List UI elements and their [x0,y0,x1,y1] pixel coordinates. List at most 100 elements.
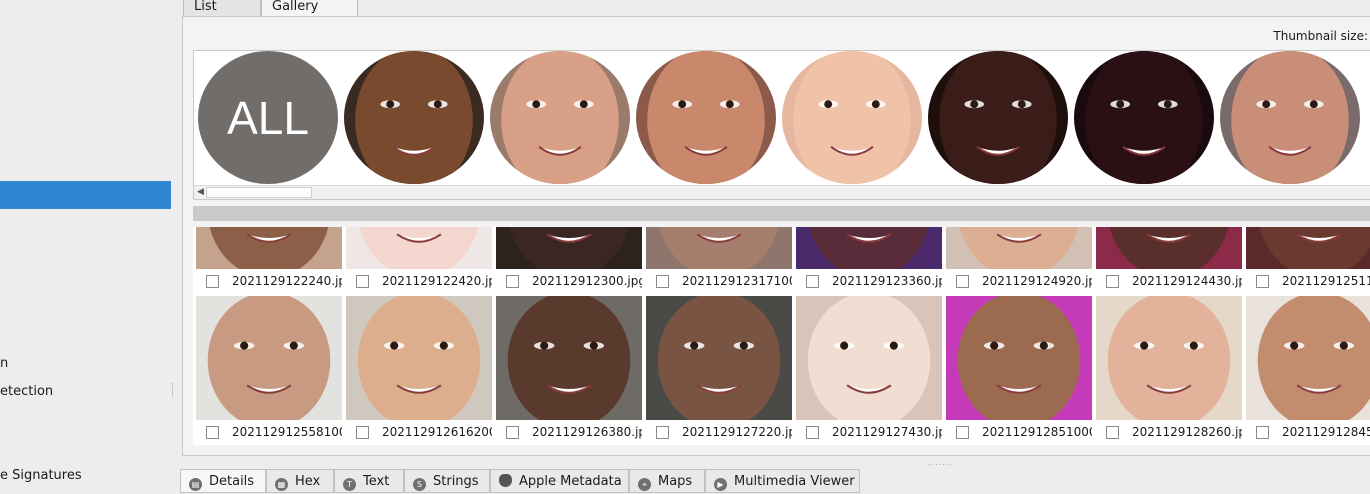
thumbnail-filename: 202112912851000. [982,425,1092,439]
gallery-thumbnail[interactable]: 202112912616200. [346,296,492,444]
thumbnail-checkbox[interactable] [206,425,219,439]
thumbnail-grid: 2021129122240.jpg 2021129122420.jpg 2021… [193,227,1370,445]
thumbnail-image[interactable] [496,296,642,420]
thumbnail-caption: 2021129122420.jpg [346,269,492,293]
face-filter-1[interactable] [344,51,484,184]
gallery-splitter[interactable] [193,206,1370,221]
face-filter-all[interactable]: ALL [198,51,338,184]
face-filter-2[interactable] [490,51,630,184]
thumbnail-checkbox[interactable] [806,274,819,288]
thumbnail-image[interactable] [196,296,342,420]
thumbnail-filename: 202112912300.jpg [532,274,642,288]
resize-grip[interactable]: ....... [928,458,953,467]
face-filter-strip: ALL ◀ [193,50,1370,200]
strings-icon: S [413,478,426,491]
face-filter-4[interactable] [782,51,922,184]
thumbnail-image[interactable] [796,296,942,420]
thumbnail-caption: 2021129127430.jpg [796,420,942,444]
thumbnail-filename: 2021129127430.jpg [832,425,942,439]
gallery-thumbnail[interactable]: 2021129128260.jpg [1096,296,1242,444]
tab-text[interactable]: T Text [334,469,404,493]
thumbnail-image[interactable] [646,227,792,269]
details-icon: ▤ [189,478,202,491]
thumbnail-size-label: Thumbnail size: [1273,29,1368,43]
thumbnail-caption: 2021129124430.jpg [1096,269,1242,293]
tab-multimedia-viewer[interactable]: ▶ Multimedia Viewer [705,469,860,493]
text-icon: T [343,478,356,491]
strip-horizontal-scrollbar[interactable]: ◀ [194,185,1370,199]
thumbnail-image[interactable] [196,227,342,269]
thumbnail-image[interactable] [946,227,1092,269]
thumbnail-checkbox[interactable] [1256,274,1269,288]
thumbnail-checkbox[interactable] [1106,425,1119,439]
gallery-thumbnail[interactable]: 202112912300.jpg [496,227,642,293]
gallery-thumbnail[interactable]: 202112912845 [1246,296,1370,444]
scrollbar-thumb[interactable] [206,187,312,198]
thumbnail-checkbox[interactable] [206,274,219,288]
face-filter-3[interactable] [636,51,776,184]
gallery-thumbnail[interactable]: 202112912558100. [196,296,342,444]
tree-item-2[interactable]: e Signatures [0,468,82,483]
thumbnail-checkbox[interactable] [956,425,969,439]
gallery-thumbnail[interactable]: 2021129124920.jpg [946,227,1092,293]
face-filter-5[interactable] [928,51,1068,184]
thumbnail-filename: 2021129123360.jpg [832,274,942,288]
tab-maps[interactable]: ⌖ Maps [629,469,705,493]
thumbnail-filename: 2021129122420.jpg [382,274,492,288]
gallery-thumbnail[interactable]: 2021129122240.jpg [196,227,342,293]
thumbnail-filename: 202112912616200. [382,425,492,439]
thumbnail-checkbox[interactable] [956,274,969,288]
thumbnail-caption: 202112912616200. [346,420,492,444]
gallery-thumbnail[interactable]: 2021129127430.jpg [796,296,942,444]
thumbnail-image[interactable] [346,227,492,269]
tree-item-1[interactable]: etection [0,384,53,399]
gallery-thumbnail[interactable]: 2021129126380.jpg [496,296,642,444]
face-filter-7[interactable] [1220,51,1360,184]
gallery-thumbnail[interactable]: 2021129123360.jpg [796,227,942,293]
thumbnail-image[interactable] [946,296,1092,420]
thumbnail-image[interactable] [796,227,942,269]
thumbnail-checkbox[interactable] [656,274,669,288]
scroll-left-icon[interactable]: ◀ [197,187,204,197]
thumbnail-caption: 2021129128260.jpg [1096,420,1242,444]
maps-icon: ⌖ [638,478,651,491]
tab-hex[interactable]: ▦ Hex [266,469,334,493]
thumbnail-image[interactable] [1096,227,1242,269]
thumbnail-caption: 2021129126380.jpg [496,420,642,444]
gallery-thumbnail[interactable]: 2021129124430.jpg [1096,227,1242,293]
thumbnail-filename: 2021129124430.jpg [1132,274,1242,288]
thumbnail-checkbox[interactable] [806,425,819,439]
thumbnail-checkbox[interactable] [656,425,669,439]
thumbnail-caption: 202112912558100. [196,420,342,444]
gallery-thumbnail[interactable]: 202112912851000. [946,296,1092,444]
tree-item-0[interactable]: n [0,356,8,371]
tab-apple-metadata[interactable]: Apple Metadata [490,469,629,493]
thumbnail-image[interactable] [1246,296,1370,420]
face-filter-6[interactable] [1074,51,1214,184]
multimedia-icon: ▶ [714,478,727,491]
thumbnail-image[interactable] [1096,296,1242,420]
thumbnail-filename: 2021129127220.jpg [682,425,792,439]
thumbnail-checkbox[interactable] [1256,425,1269,439]
thumbnail-checkbox[interactable] [356,425,369,439]
tab-strings[interactable]: S Strings [404,469,490,493]
gallery-thumbnail[interactable]: 2021129125110 [1246,227,1370,293]
thumbnail-image[interactable] [1246,227,1370,269]
tree-selected-row[interactable] [0,181,171,209]
thumbnail-checkbox[interactable] [1106,274,1119,288]
gallery-thumbnail[interactable]: 202112912317100. [646,227,792,293]
thumbnail-checkbox[interactable] [506,425,519,439]
thumbnail-caption: 2021129125110 [1246,269,1370,293]
thumbnail-image[interactable] [496,227,642,269]
thumbnail-image[interactable] [646,296,792,420]
thumbnail-checkbox[interactable] [356,274,369,288]
tab-details[interactable]: ▤ Details [180,469,266,493]
gallery-thumbnail[interactable]: 2021129122420.jpg [346,227,492,293]
panel-splitter-handle[interactable] [172,383,177,397]
thumbnail-caption: 2021129124920.jpg [946,269,1092,293]
thumbnail-image[interactable] [346,296,492,420]
thumbnail-caption: 202112912845 [1246,420,1370,444]
thumbnail-checkbox[interactable] [506,274,519,288]
tab-list-view[interactable]: List View [183,0,261,31]
gallery-thumbnail[interactable]: 2021129127220.jpg [646,296,792,444]
